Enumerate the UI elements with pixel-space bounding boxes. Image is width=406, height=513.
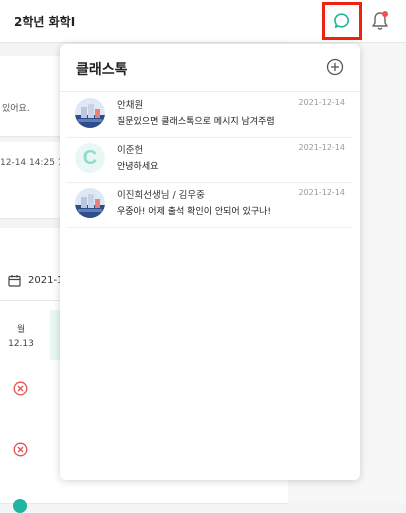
top-bar: 2학년 화학I xyxy=(0,0,406,43)
avatar xyxy=(75,98,105,128)
day-name: 월 xyxy=(16,325,26,335)
attendance-date-range[interactable]: 2021-1 xyxy=(28,275,63,286)
popup-divider xyxy=(60,91,360,92)
avatar-letter: C xyxy=(82,146,98,169)
post-timestamp: 12-14 14:25 1 xyxy=(0,158,64,168)
message-preview: 질문있으면 클래스톡으로 메시지 남겨주렴 xyxy=(117,117,275,127)
notification-button[interactable] xyxy=(370,10,392,32)
class-talk-button[interactable] xyxy=(322,2,362,40)
conversation-item[interactable]: 이진희선생님 / 김우중 2021-12-14 우중아! 어제 출석 확인이 안… xyxy=(67,183,353,228)
conversation-item[interactable]: C 이준헌 2021-12-14 안녕하세요 xyxy=(67,138,353,183)
message-date: 2021-12-14 xyxy=(298,98,346,107)
today-column xyxy=(50,310,60,360)
add-conversation-button[interactable] xyxy=(326,58,344,76)
popup-title: 클래스톡 xyxy=(76,62,128,78)
day-date: 12.13 xyxy=(8,339,34,349)
class-title: 2학년 화학I xyxy=(14,15,76,29)
calendar-icon xyxy=(8,275,21,287)
sender-name: 이준헌 xyxy=(117,145,144,156)
message-date: 2021-12-14 xyxy=(298,143,346,152)
class-talk-popup: 클래스톡 안채원 2021-12-14 질문있으면 클래스톡으로 메시지 남겨주… xyxy=(60,44,360,480)
chat-bubble-icon xyxy=(334,13,349,28)
avatar xyxy=(75,188,105,218)
notice-text: 있어요. xyxy=(2,104,30,114)
notification-dot xyxy=(382,11,388,17)
sender-name: 이진희선생님 / 김우중 xyxy=(117,190,205,201)
conversation-item[interactable]: 안채원 2021-12-14 질문있으면 클래스톡으로 메시지 남겨주렴 xyxy=(67,93,353,138)
present-icon xyxy=(13,499,27,513)
absent-icon xyxy=(13,381,28,396)
avatar: C xyxy=(75,143,105,173)
message-preview: 안녕하세요 xyxy=(117,162,159,172)
absent-icon xyxy=(13,442,28,457)
message-preview: 우중아! 어제 출석 확인이 안되어 있구나! xyxy=(117,207,272,217)
sender-name: 안채원 xyxy=(117,100,144,111)
message-date: 2021-12-14 xyxy=(298,188,346,197)
